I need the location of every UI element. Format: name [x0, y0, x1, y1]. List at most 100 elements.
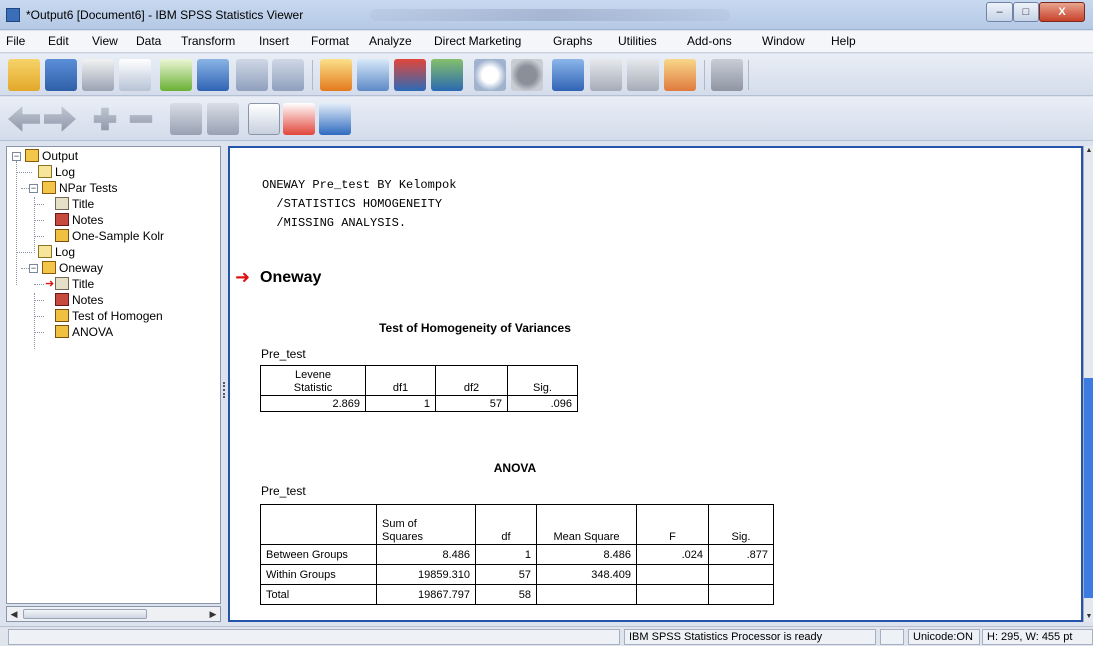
- insert-heading-icon[interactable]: [248, 103, 280, 135]
- output-content-pane[interactable]: ONEWAY Pre_test BY Kelompok /STATISTICS …: [228, 146, 1083, 622]
- menu-transform[interactable]: Transform: [181, 34, 235, 48]
- tree-anova[interactable]: ANOVA: [55, 324, 113, 340]
- menu-window[interactable]: Window: [762, 34, 805, 48]
- tree-test-of-homogeneity[interactable]: Test of Homogen: [55, 308, 163, 324]
- homogeneity-table[interactable]: Levene Statistic df1 df2 Sig. 2.869 1 57…: [260, 365, 578, 412]
- column-header: F: [636, 504, 709, 545]
- log-icon: [38, 165, 52, 178]
- column-header: Levene Statistic: [260, 365, 366, 396]
- window-title: *Output6 [Document6] - IBM SPSS Statisti…: [26, 8, 304, 22]
- hide-icon[interactable]: [207, 103, 239, 135]
- outline-horizontal-scrollbar[interactable]: ◀ ▶: [6, 606, 221, 622]
- notes-icon: [55, 213, 69, 226]
- close-button[interactable]: X: [1039, 2, 1085, 22]
- tree-oneway[interactable]: Oneway: [42, 260, 103, 276]
- processor-status: IBM SPSS Statistics Processor is ready: [624, 629, 876, 645]
- print-icon[interactable]: [82, 59, 114, 91]
- weight-cases-icon[interactable]: [511, 59, 543, 91]
- show-icon[interactable]: [170, 103, 202, 135]
- menu-analyze[interactable]: Analyze: [369, 34, 412, 48]
- menu-add-ons[interactable]: Add-ons: [687, 34, 732, 48]
- collapse-npar-toggle[interactable]: −: [29, 184, 38, 193]
- tree-log-2[interactable]: Log: [38, 244, 75, 260]
- variables-icon[interactable]: [394, 59, 426, 91]
- scroll-thumb[interactable]: [1084, 378, 1093, 598]
- menu-view[interactable]: View: [92, 34, 118, 48]
- title-icon: [55, 197, 69, 210]
- insert-title-icon[interactable]: [283, 103, 315, 135]
- table-cell: 57: [475, 564, 537, 585]
- table-cell: 348.409: [536, 564, 637, 585]
- table-cell: .877: [708, 544, 774, 565]
- menu-data[interactable]: Data: [136, 34, 161, 48]
- menu-bar: File Edit View Data Transform Insert For…: [0, 31, 1093, 53]
- redo-icon[interactable]: [272, 59, 304, 91]
- undo-icon[interactable]: [236, 59, 268, 91]
- table-cell: 19867.797: [376, 584, 476, 605]
- scroll-thumb[interactable]: [23, 609, 147, 619]
- promote-icon[interactable]: [8, 106, 40, 132]
- expand-icon[interactable]: [93, 107, 117, 131]
- syntax-log[interactable]: ONEWAY Pre_test BY Kelompok /STATISTICS …: [262, 176, 456, 233]
- tree-npar-tests[interactable]: NPar Tests: [42, 180, 117, 196]
- oneway-heading[interactable]: Oneway: [260, 269, 321, 287]
- split-file-icon[interactable]: [474, 59, 506, 91]
- tree-output[interactable]: Output: [25, 148, 78, 164]
- anova-table[interactable]: Sum of Squares df Mean Square F Sig. Bet…: [260, 504, 774, 605]
- table-cell: 57: [435, 395, 508, 412]
- spss-app-icon[interactable]: [6, 8, 20, 22]
- background-window-title-blur: [370, 9, 730, 21]
- tree-oneway-title[interactable]: Title: [55, 276, 94, 292]
- pivot-table-icon: [55, 325, 69, 338]
- outline-pane[interactable]: − Output Log − NPar Tests Title Notes On…: [6, 146, 221, 604]
- tree-log[interactable]: Log: [38, 164, 75, 180]
- designate-window-icon[interactable]: [711, 59, 743, 91]
- menu-insert[interactable]: Insert: [259, 34, 289, 48]
- goto-case-icon[interactable]: [320, 59, 352, 91]
- content-vertical-scrollbar[interactable]: ▲ ▼: [1083, 146, 1093, 622]
- insert-text-icon[interactable]: [319, 103, 351, 135]
- scroll-right-arrow-icon[interactable]: ▶: [207, 608, 219, 620]
- tree-npar-notes[interactable]: Notes: [55, 212, 103, 228]
- tree-one-sample-ks[interactable]: One-Sample Kolr: [55, 228, 164, 244]
- menu-help[interactable]: Help: [831, 34, 856, 48]
- notes-icon: [55, 293, 69, 306]
- outline-toolbar: [0, 97, 1093, 141]
- collapse-output-toggle[interactable]: −: [12, 152, 21, 161]
- pivot-table-icon[interactable]: [664, 59, 696, 91]
- menu-utilities[interactable]: Utilities: [618, 34, 657, 48]
- print-preview-icon[interactable]: [119, 59, 151, 91]
- data-table-icon[interactable]: [431, 59, 463, 91]
- scroll-left-arrow-icon[interactable]: ◀: [8, 608, 20, 620]
- menu-file[interactable]: File: [6, 34, 25, 48]
- scroll-up-arrow-icon[interactable]: ▲: [1084, 146, 1093, 156]
- maximize-button[interactable]: □: [1013, 2, 1039, 22]
- scroll-down-arrow-icon[interactable]: ▼: [1084, 612, 1093, 622]
- menu-graphs[interactable]: Graphs: [553, 34, 592, 48]
- chart-builder-icon[interactable]: [627, 59, 659, 91]
- tree-oneway-notes[interactable]: Notes: [55, 292, 103, 308]
- export-icon[interactable]: [160, 59, 192, 91]
- title-icon: [55, 277, 69, 290]
- menu-edit[interactable]: Edit: [48, 34, 69, 48]
- toolbar-separator: [704, 60, 705, 90]
- save-icon[interactable]: [45, 59, 77, 91]
- select-cases-icon[interactable]: [552, 59, 584, 91]
- demote-icon[interactable]: [44, 106, 76, 132]
- goto-variable-icon[interactable]: [357, 59, 389, 91]
- pane-splitter[interactable]: [222, 146, 227, 622]
- table-cell: 8.486: [536, 544, 637, 565]
- table-cell: 8.486: [376, 544, 476, 565]
- collapse-oneway-toggle[interactable]: −: [29, 264, 38, 273]
- menu-format[interactable]: Format: [311, 34, 349, 48]
- value-labels-icon[interactable]: [590, 59, 622, 91]
- toolbar-separator: [748, 60, 749, 90]
- toolbar-separator: [312, 60, 313, 90]
- menu-direct-marketing[interactable]: Direct Marketing: [434, 34, 521, 48]
- recall-dialog-icon[interactable]: [197, 59, 229, 91]
- collapse-icon[interactable]: [129, 115, 153, 123]
- main-toolbar: [0, 54, 1093, 96]
- open-icon[interactable]: [8, 59, 40, 91]
- minimize-button[interactable]: –: [986, 2, 1013, 22]
- tree-npar-title[interactable]: Title: [55, 196, 94, 212]
